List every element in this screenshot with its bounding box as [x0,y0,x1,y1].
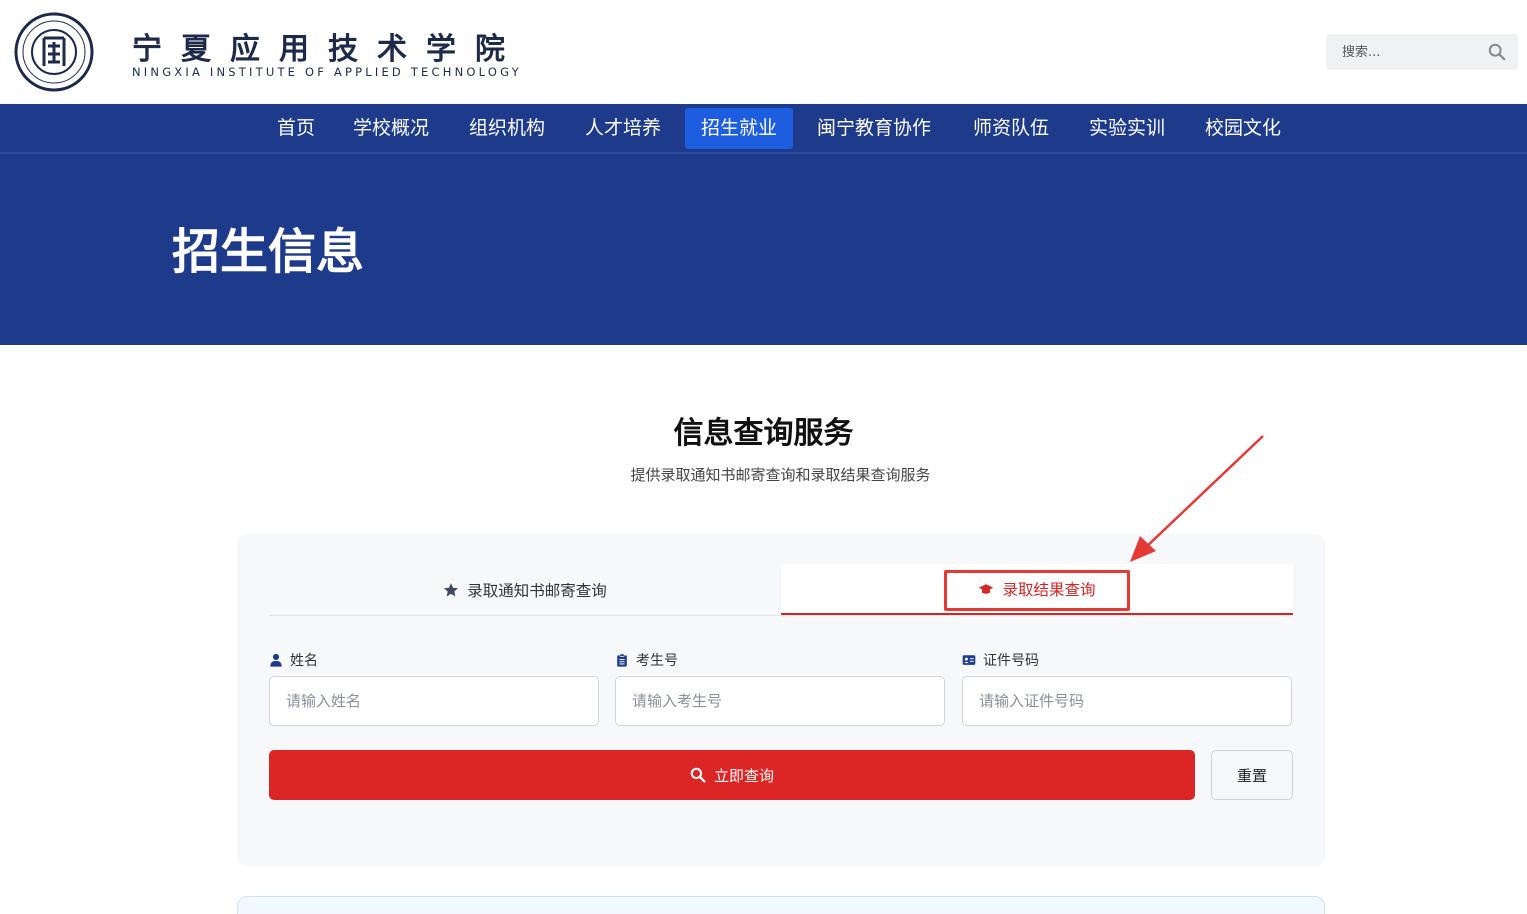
id-no-label-text: 证件号码 [983,653,1039,669]
tab-label: 录取通知书邮寄查询 [467,582,607,600]
search-icon [690,767,706,783]
name-label-text: 姓名 [290,653,318,669]
query-button-label: 立即查询 [713,766,774,785]
nav-item-faculty[interactable]: 师资队伍 [957,108,1065,149]
clipboard-icon [617,653,627,667]
id-card-icon [962,655,976,665]
nav-item-school-overview[interactable]: 学校概况 [337,108,445,149]
star-icon [444,583,459,597]
page-title: 招生信息 [172,224,365,280]
search-box [1326,34,1518,70]
school-name-en: NINGXIA INSTITUTE OF APPLIED TECHNOLOGY [132,65,522,79]
nav-item-admissions[interactable]: 招生就业 [685,108,794,149]
reset-button[interactable]: 重置 [1211,750,1293,800]
annotation-arrow-icon [1130,435,1264,562]
id-no-input[interactable] [962,676,1292,726]
nav-item-organization[interactable]: 组织机构 [453,108,561,149]
exam-no-label: 考生号 [615,650,678,670]
nav-item-labs[interactable]: 实验实训 [1073,108,1181,149]
exam-no-label-text: 考生号 [636,653,678,669]
name-label: 姓名 [269,650,318,670]
query-tabs: 录取通知书邮寄查询 录取结果查询 [269,564,1293,616]
school-seal-logo[interactable] [14,12,94,92]
search-input[interactable] [1326,34,1486,70]
id-no-label: 证件号码 [962,650,1039,670]
page-banner: 招生信息 [0,154,1527,345]
nav-item-minning-cooperation[interactable]: 闽宁教育协作 [801,108,947,149]
tab-notice-mailing[interactable]: 录取通知书邮寄查询 [269,564,781,616]
school-name: 宁夏应用技术学院 [132,32,524,67]
exam-no-input[interactable] [615,676,945,726]
user-icon [270,653,282,667]
nav-item-home[interactable]: 首页 [261,108,331,149]
nav-item-campus-culture[interactable]: 校园文化 [1189,108,1297,149]
info-card [237,896,1325,914]
main-nav: 首页 学校概况 组织机构 人才培养 招生就业 闽宁教育协作 师资队伍 实验实训 … [0,104,1527,154]
section-title: 信息查询服务 [673,416,854,451]
section-subtitle: 提供录取通知书邮寄查询和录取结果查询服务 [630,466,931,484]
annotation-highlight-box [944,570,1130,611]
site-header: 宁夏应用技术学院 NINGXIA INSTITUTE OF APPLIED TE… [0,0,1527,104]
name-input[interactable] [269,676,599,726]
query-button[interactable]: 立即查询 [269,750,1195,800]
nav-item-talent-training[interactable]: 人才培养 [569,108,677,149]
search-icon[interactable] [1488,43,1506,61]
